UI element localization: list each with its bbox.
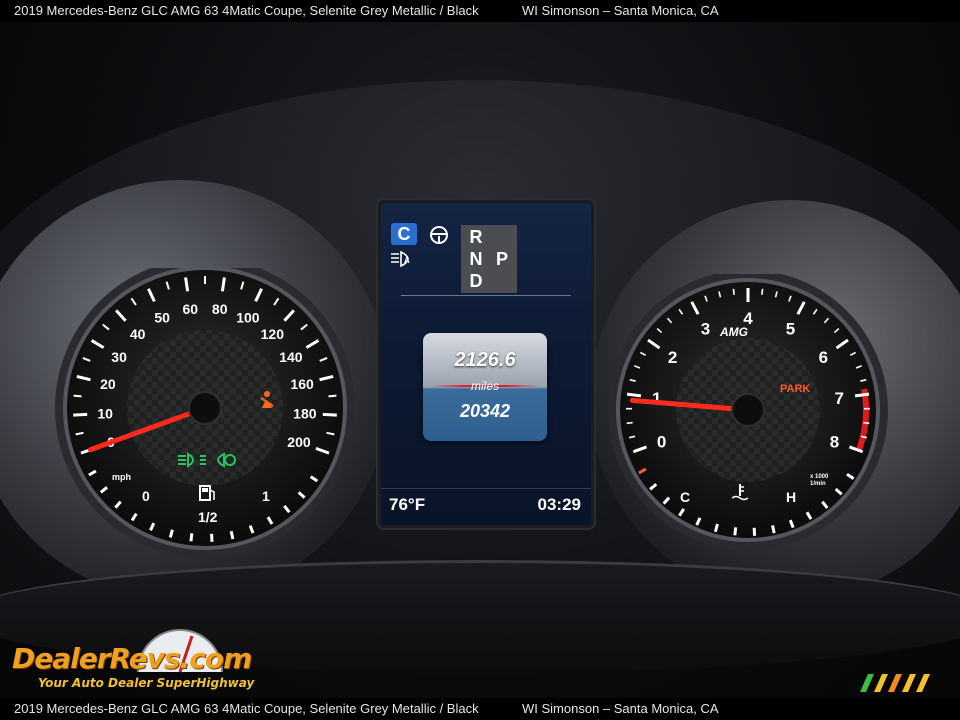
watermark-brand: DealerRevs.com [12, 642, 252, 675]
temp-level-segment [713, 523, 719, 533]
speed-tick-label: 80 [212, 301, 228, 317]
speed-tick-label: 30 [111, 349, 127, 365]
speed-tick [322, 412, 337, 417]
status-divider [381, 488, 591, 489]
speed-tick [184, 277, 190, 292]
odometer-panel: 2126.6 miles 20342 [423, 333, 547, 441]
speed-tick-label: 60 [182, 301, 198, 317]
speed-tick [73, 412, 88, 417]
fuel-empty-label: 0 [142, 488, 150, 504]
tach-needle-hub [731, 393, 765, 427]
speed-tick-label: 180 [293, 405, 317, 421]
speed-tick-label: 40 [130, 326, 146, 342]
caption-bar-top: 2019 Mercedes-Benz GLC AMG 63 4Matic Cou… [0, 0, 960, 22]
speed-tick-label: 140 [279, 349, 303, 365]
fuel-level-segment [229, 530, 235, 540]
dealer-caption: WI Simonson – Santa Monica, CA [522, 3, 719, 18]
distance-unit: miles [470, 379, 499, 393]
fuel-level-segment [189, 533, 194, 542]
fuel-level-segment [168, 529, 174, 538]
speed-tick-label: 50 [154, 310, 170, 326]
auto-headlight-icon: A [391, 251, 410, 267]
speed-tick [328, 394, 337, 398]
speedometer: 010203040506080100120140160180200 mph 0 … [50, 268, 360, 558]
park-indicator: PARK [780, 383, 810, 395]
speed-tick-label: 120 [261, 326, 285, 342]
temp-level-segment [771, 525, 776, 534]
amg-logo: AMG [719, 325, 748, 339]
dashboard-photo: 2019 Mercedes-Benz GLC AMG 63 4Matic Cou… [0, 0, 960, 720]
svg-text:A: A [404, 256, 410, 265]
clock: 03:29 [537, 495, 581, 514]
rpm-tick-label: 0 [657, 432, 666, 451]
trip-distance: 2126.6 [454, 349, 516, 371]
gear-p: P [495, 249, 508, 269]
fuel-half-label: 1/2 [198, 509, 218, 525]
rpm-tick-label: 8 [830, 432, 839, 451]
rpm-tick-label: 6 [819, 348, 828, 367]
total-odometer: 20342 [459, 401, 511, 421]
center-display: C A R N P D 2126.6 miles 20342 76°F 03:2… [378, 200, 594, 528]
rpm-tick [761, 288, 764, 295]
gear-d: D [469, 271, 483, 291]
speed-unit-label: mph [112, 472, 131, 482]
speed-tick [73, 394, 82, 398]
needle-hub [188, 391, 222, 425]
dealerrevs-watermark: DealerRevs.com Your Auto Dealer SuperHig… [12, 624, 272, 694]
rpm-tick-label: 2 [668, 348, 677, 367]
speed-tick-label: 10 [97, 405, 113, 421]
steering-wheel-icon [430, 226, 448, 244]
watermark-tagline: Your Auto Dealer SuperHighway [38, 676, 255, 690]
rpm-tick [854, 392, 870, 398]
rpm-tick-label: 7 [834, 389, 843, 408]
gear-r: R [469, 227, 483, 247]
rpm-tick-label: 5 [786, 319, 795, 338]
tachometer: 012345678 AMG PARK x 1000 1/min C H [604, 274, 894, 554]
speed-tick-label: 160 [290, 376, 314, 392]
speed-tick-label: 200 [287, 434, 311, 450]
gear-n: N [469, 249, 483, 269]
caption-bar-bottom: 2019 Mercedes-Benz GLC AMG 63 4Matic Cou… [0, 698, 960, 720]
temp-cold-label: C [680, 489, 690, 505]
speed-tick [220, 277, 226, 292]
rpm-tick [626, 392, 642, 398]
dealer-caption-bottom: WI Simonson – Santa Monica, CA [522, 701, 719, 716]
temp-level-segment [733, 527, 738, 536]
fuel-full-label: 1 [262, 488, 270, 504]
vehicle-caption-bottom: 2019 Mercedes-Benz GLC AMG 63 4Matic Cou… [14, 701, 479, 716]
fog-light-icon [178, 452, 206, 468]
vehicle-caption: 2019 Mercedes-Benz GLC AMG 63 4Matic Cou… [14, 3, 479, 18]
speed-tick-label: 100 [236, 310, 260, 326]
display-divider [401, 295, 571, 296]
stripes-logo-icon [860, 674, 930, 692]
speed-tick-label: 20 [100, 376, 116, 392]
rpm-tick-label: 3 [701, 319, 710, 338]
outside-temperature: 76°F [389, 495, 426, 514]
temp-hot-label: H [786, 489, 796, 505]
drive-mode-indicator: C [391, 223, 417, 245]
rpm-tick [732, 288, 735, 295]
gear-selector: R N P D [461, 225, 517, 293]
rpm-tick [863, 421, 870, 425]
rpm-tick [626, 421, 633, 425]
